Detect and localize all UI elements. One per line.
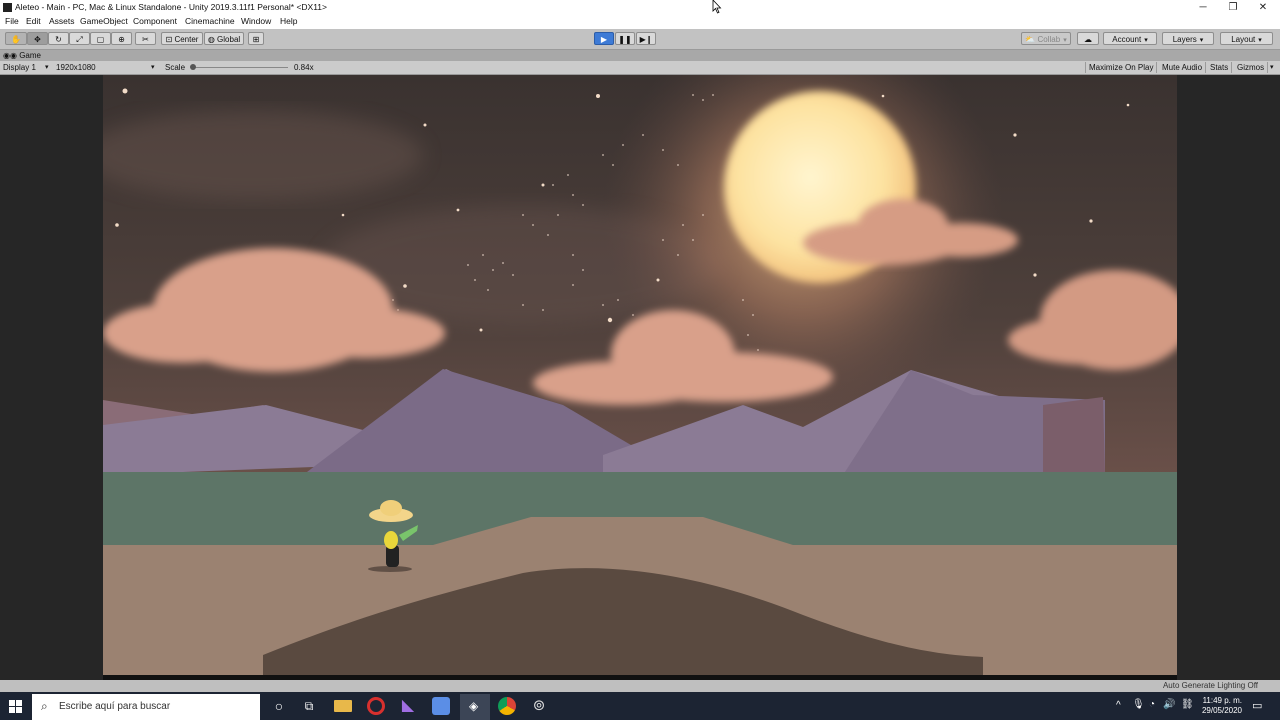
chevron-down-icon: ▾ [45, 64, 49, 71]
taskbar-search[interactable]: ⌕ Escribe aquí para buscar [32, 694, 260, 720]
layout-dropdown[interactable]: Layout ▾ [1220, 32, 1273, 45]
menu-gameobject[interactable]: GameObject [80, 16, 128, 26]
play-icon: ▶ [600, 35, 608, 44]
collab-dropdown[interactable]: ⛅ Collab ▾ [1021, 32, 1071, 45]
scale-slider-thumb[interactable] [190, 64, 196, 70]
volume-icon[interactable]: 🔊 [1163, 699, 1175, 710]
menu-help[interactable]: Help [280, 16, 297, 26]
display-dropdown[interactable]: Display 1 [3, 62, 36, 73]
account-label: Account [1112, 35, 1142, 44]
tab-game[interactable]: ◉◉ Game [3, 50, 41, 61]
step-icon: ▶❙ [639, 35, 653, 44]
mouse-cursor-icon [712, 0, 722, 14]
space-label: Global [217, 35, 241, 44]
task-view-icon[interactable]: ⧉ [300, 697, 318, 715]
custom-tool-icon[interactable]: ✂ [135, 32, 156, 45]
status-bar: Auto Generate Lighting Off [0, 680, 1280, 692]
pause-button[interactable]: ❚❚ [615, 32, 635, 45]
notifications-icon[interactable]: ▭ [1252, 699, 1262, 712]
main-toolbar: ✋ ✥ ↻ ⤢ ▢ ⊕ ✂ ⊡ Center ◍ Global ⊞ ▶ ❚❚ ▶… [0, 29, 1280, 50]
space-global-toggle[interactable]: ◍ Global [204, 32, 244, 45]
layers-label: Layers [1172, 35, 1197, 44]
search-icon: ⌕ [41, 699, 48, 713]
app-icon[interactable] [432, 697, 450, 715]
chrome-icon[interactable] [498, 697, 516, 715]
collab-label: Collab [1037, 35, 1061, 44]
menu-bar: File Edit Assets GameObject Component Ci… [0, 15, 1280, 29]
unity-hub-icon[interactable]: ⊚ [530, 697, 548, 715]
close-button[interactable]: ✕ [1248, 0, 1278, 15]
account-dropdown[interactable]: Account ▾ [1103, 32, 1157, 45]
taskbar-clock[interactable]: 11:49 p. m. 29/05/2020 [1202, 696, 1242, 716]
step-button[interactable]: ▶❙ [636, 32, 656, 45]
gizmos-toggle[interactable]: Gizmos [1234, 62, 1269, 73]
tab-game-label: Game [19, 51, 41, 60]
file-explorer-icon[interactable] [334, 700, 352, 712]
menu-component[interactable]: Component [133, 16, 177, 26]
chevron-down-icon: ▾ [1270, 64, 1274, 71]
hand-tool-icon[interactable]: ✋ [5, 32, 27, 45]
microphone-icon[interactable]: 🎙 [1132, 699, 1145, 710]
chevron-down-icon: ▾ [1258, 37, 1262, 44]
stats-toggle[interactable]: Stats [1207, 62, 1233, 73]
globe-icon: ◍ [207, 35, 215, 44]
collab-icon: ⛅ [1025, 35, 1036, 44]
menu-window[interactable]: Window [241, 16, 271, 26]
game-controller-icon: ◉◉ [3, 51, 17, 60]
play-button[interactable]: ▶ [594, 32, 614, 45]
pivot-label: Center [174, 35, 199, 44]
windows-start-icon[interactable] [9, 700, 23, 714]
menu-cinemachine[interactable]: Cinemachine [185, 16, 235, 26]
menu-edit[interactable]: Edit [26, 16, 41, 26]
menu-file[interactable]: File [5, 16, 19, 26]
cloud-services-icon[interactable]: ☁ [1077, 32, 1099, 45]
layout-label: Layout [1231, 35, 1256, 44]
grid-snap-icon[interactable]: ⊞ [248, 32, 264, 45]
pivot-center-toggle[interactable]: ⊡ Center [161, 32, 203, 45]
display-label: Display 1 [3, 63, 36, 72]
wifi-icon[interactable]: ◔ [1149, 699, 1155, 710]
pivot-icon: ⊡ [165, 35, 173, 44]
pause-icon: ❚❚ [618, 35, 632, 44]
clock-time: 11:49 p. m. [1202, 696, 1242, 705]
unity-logo-icon [3, 3, 12, 12]
game-view-toolbar: Display 1 ▾ 1920x1080 ▾ Scale 0.84x Maxi… [0, 61, 1280, 75]
menu-assets[interactable]: Assets [49, 16, 75, 26]
network-icon[interactable]: ⛓ [1181, 699, 1194, 710]
unity-icon: ◈ [469, 699, 479, 713]
maximize-button[interactable]: ❐ [1218, 0, 1248, 15]
opera-icon[interactable] [367, 697, 385, 715]
scale-tool-icon[interactable]: ⤢ [69, 32, 90, 45]
lighting-status: Auto Generate Lighting Off [1162, 681, 1258, 690]
cortana-icon[interactable]: ○ [270, 697, 288, 715]
scale-value: 0.84x [294, 63, 314, 72]
window-title: Aleteo - Main - PC, Mac & Linux Standalo… [15, 2, 327, 12]
resolution-label: 1920x1080 [56, 63, 96, 72]
move-tool-icon[interactable]: ✥ [27, 32, 48, 45]
game-tab-bar: ◉◉ Game [0, 50, 1280, 61]
mute-audio-toggle[interactable]: Mute Audio [1159, 62, 1207, 73]
transform-tool-icon[interactable]: ⊕ [111, 32, 132, 45]
chevron-down-icon: ▾ [1144, 37, 1148, 44]
chevron-down-icon: ▾ [1063, 37, 1067, 44]
maximize-on-play-toggle[interactable]: Maximize On Play [1085, 62, 1158, 73]
chevron-down-icon: ▾ [1199, 37, 1204, 44]
game-scene[interactable] [103, 75, 1177, 680]
search-placeholder: Escribe aquí para buscar [59, 701, 171, 712]
unity-taskbar-item[interactable]: ◈ [460, 694, 490, 720]
title-bar: Aleteo - Main - PC, Mac & Linux Standalo… [0, 0, 1280, 15]
resolution-dropdown[interactable]: 1920x1080 [56, 62, 96, 73]
chevron-up-icon[interactable]: ^ [1116, 700, 1121, 711]
chevron-down-icon: ▾ [151, 64, 155, 71]
layers-dropdown[interactable]: Layers ▾ [1162, 32, 1214, 45]
rotate-tool-icon[interactable]: ↻ [48, 32, 69, 45]
clock-date: 29/05/2020 [1201, 706, 1242, 715]
visual-studio-icon[interactable]: ◣ [399, 697, 417, 715]
scale-label: Scale [165, 63, 186, 72]
scale-slider-track[interactable] [192, 67, 288, 68]
minimize-button[interactable]: ─ [1188, 0, 1218, 15]
rect-tool-icon[interactable]: ▢ [90, 32, 111, 45]
